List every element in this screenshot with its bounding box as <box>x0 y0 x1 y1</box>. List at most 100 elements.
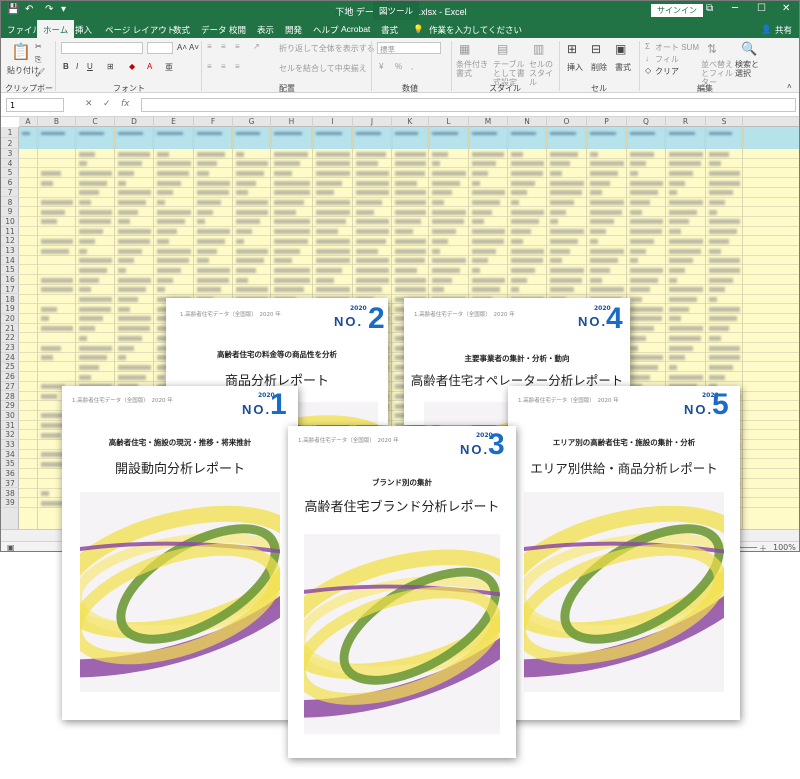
wrap-text-button[interactable]: 折り返して全体を表示する <box>279 43 375 54</box>
tab-format[interactable]: 書式 <box>381 20 398 38</box>
cell-value[interactable] <box>79 306 111 312</box>
cell-value[interactable] <box>590 200 624 205</box>
cell-value[interactable] <box>395 229 413 235</box>
cell-value[interactable] <box>709 151 729 157</box>
row-header-22[interactable]: 22 <box>1 333 19 343</box>
cell-value[interactable] <box>395 248 426 254</box>
align-top-icon[interactable]: ≡ <box>207 42 212 51</box>
row-header-17[interactable]: 17 <box>1 285 19 295</box>
cell-value[interactable] <box>157 200 165 205</box>
cell-value[interactable] <box>630 151 654 157</box>
row-header-6[interactable]: 6 <box>1 178 19 188</box>
row-header-8[interactable]: 8 <box>1 198 19 208</box>
cell-value[interactable] <box>236 258 264 264</box>
cell-value[interactable] <box>669 364 677 370</box>
cell-value[interactable] <box>550 219 558 225</box>
name-box[interactable]: 1 <box>6 98 64 112</box>
cell-value[interactable] <box>41 209 65 215</box>
cell-value[interactable] <box>669 374 703 380</box>
cell-value[interactable] <box>669 238 703 244</box>
cell-value[interactable] <box>550 180 584 186</box>
cell-value[interactable] <box>395 267 417 273</box>
cell-value[interactable] <box>709 258 740 264</box>
cell-value[interactable] <box>118 200 146 205</box>
cell-value[interactable] <box>316 277 334 283</box>
cell-value[interactable] <box>118 180 126 186</box>
cell-value[interactable] <box>472 219 484 225</box>
cell-value[interactable] <box>118 335 142 341</box>
cell-value[interactable] <box>274 151 308 157</box>
cell-value[interactable] <box>550 248 570 254</box>
row-header-16[interactable]: 16 <box>1 275 19 285</box>
cell-value[interactable] <box>79 345 112 351</box>
cell-value[interactable] <box>197 238 225 244</box>
cell-value[interactable] <box>709 238 729 244</box>
cell-value[interactable] <box>709 335 721 341</box>
italic-icon[interactable]: I <box>76 62 78 71</box>
cell-value[interactable] <box>669 200 703 205</box>
row-header-29[interactable]: 29 <box>1 401 19 411</box>
align-bottom-icon[interactable]: ≡ <box>235 42 240 51</box>
cell-value[interactable] <box>432 151 448 157</box>
cell-value[interactable] <box>709 209 717 215</box>
column-header-B[interactable]: B <box>38 117 76 127</box>
cell-value[interactable] <box>511 151 523 157</box>
cell-value[interactable] <box>550 170 562 176</box>
header-cell[interactable] <box>233 127 271 149</box>
column-header-H[interactable]: H <box>271 117 313 127</box>
cell-value[interactable] <box>550 277 582 283</box>
cell-value[interactable] <box>79 200 91 205</box>
cell-value[interactable] <box>550 258 562 264</box>
phonetic-icon[interactable]: 亜 <box>165 62 173 73</box>
cell-value[interactable] <box>669 335 701 341</box>
cell-value[interactable] <box>472 267 480 273</box>
align-center-icon[interactable]: ≡ <box>221 62 226 71</box>
row-header-23[interactable]: 23 <box>1 343 19 353</box>
cell-value[interactable] <box>356 209 374 215</box>
cell-value[interactable] <box>395 170 425 176</box>
cell-value[interactable] <box>669 258 693 264</box>
tab-page-layout[interactable]: ページ レイアウト <box>105 20 175 38</box>
cell-value[interactable] <box>472 277 505 283</box>
cell-value[interactable] <box>79 374 91 380</box>
cell-value[interactable] <box>472 190 505 196</box>
cell-value[interactable] <box>157 258 189 264</box>
cell-value[interactable] <box>157 238 169 244</box>
cell-value[interactable] <box>236 209 268 215</box>
align-right-icon[interactable]: ≡ <box>235 62 240 71</box>
cell-value[interactable] <box>274 238 308 244</box>
row-header-3[interactable]: 3 <box>1 149 19 159</box>
cell-value[interactable] <box>236 287 268 293</box>
cell-value[interactable] <box>118 170 134 176</box>
tab-developer[interactable]: 開発 <box>285 20 302 38</box>
cell-value[interactable] <box>709 161 721 167</box>
tell-me-input[interactable]: 作業を入力してください <box>429 20 522 38</box>
row-header-4[interactable]: 4 <box>1 159 19 169</box>
cell-value[interactable] <box>356 219 389 225</box>
cond-format-icon[interactable]: ▦ <box>459 42 470 56</box>
cell-value[interactable] <box>630 277 658 283</box>
row-header-30[interactable]: 30 <box>1 411 19 421</box>
cell-value[interactable] <box>550 229 584 235</box>
percent-icon[interactable]: % <box>395 62 402 71</box>
cell-value[interactable] <box>669 161 701 167</box>
formula-input[interactable] <box>141 98 796 112</box>
row-header-20[interactable]: 20 <box>1 314 19 324</box>
cell-value[interactable] <box>669 190 677 196</box>
cell-value[interactable] <box>274 219 310 225</box>
row-header-9[interactable]: 9 <box>1 207 19 217</box>
row-header-32[interactable]: 32 <box>1 430 19 440</box>
cell-value[interactable] <box>197 248 217 254</box>
cell-value[interactable] <box>274 209 296 215</box>
header-row[interactable] <box>19 127 799 149</box>
zoom-level[interactable]: 100% <box>773 543 796 551</box>
header-cell[interactable] <box>547 127 587 149</box>
cell-value[interactable] <box>79 170 112 176</box>
enter-icon[interactable]: ✓ <box>103 99 111 109</box>
cell-value[interactable] <box>472 248 496 254</box>
header-cell[interactable] <box>271 127 313 149</box>
cell-value[interactable] <box>316 161 350 167</box>
cell-value[interactable] <box>79 267 107 273</box>
clipboard-icon[interactable]: 📋 <box>11 42 31 62</box>
cell-value[interactable] <box>356 267 389 273</box>
